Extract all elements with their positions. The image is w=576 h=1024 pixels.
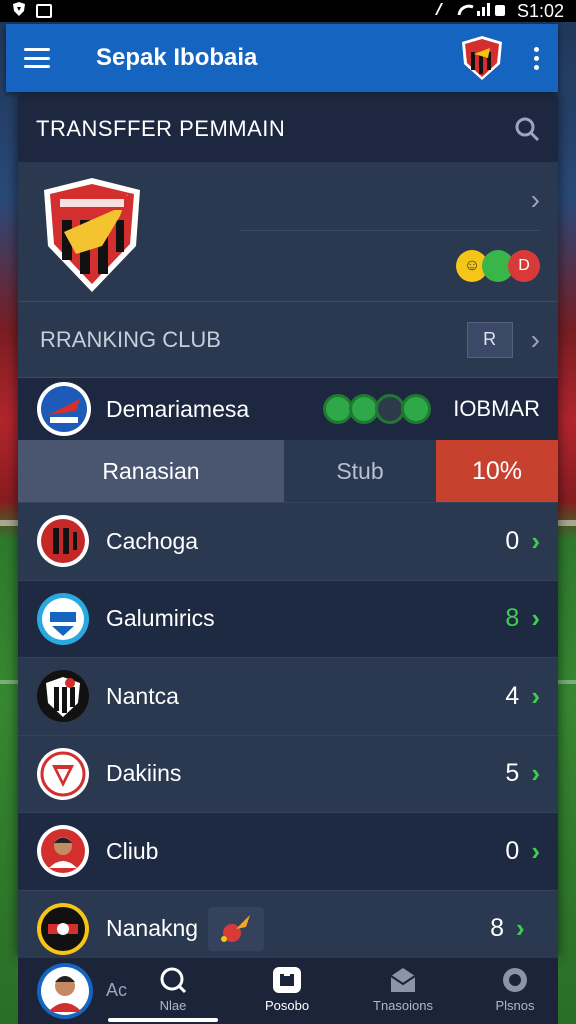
team-code: IOBMAR (453, 396, 540, 421)
form-indicator: ☺ D (456, 250, 540, 282)
circle-icon (503, 968, 527, 992)
club-row[interactable]: Cachoga 0 › (18, 502, 558, 580)
club-score: 8 (490, 914, 504, 943)
club-row[interactable]: Nantca 4 › (18, 657, 558, 735)
avatar-label: Ac (106, 980, 128, 1000)
bottom-navigation: Ac Nlae Posobo Tnasoions Plsnos (18, 958, 558, 1024)
club-name: Dakiins (106, 760, 182, 787)
active-tab-indicator (108, 1018, 218, 1022)
club-row[interactable]: Galumirics 8 › (18, 579, 558, 657)
club-row[interactable]: Cliub 0 › (18, 812, 558, 890)
player-avatar-icon (37, 825, 89, 878)
app-title: Sepak Ibobaia (96, 44, 258, 71)
club-score: 4 (505, 681, 520, 710)
club-crest-icon (37, 747, 89, 800)
ranking-club-row[interactable]: RRANKING CLUB R › (18, 302, 558, 378)
chevron-right-icon[interactable]: › (531, 758, 540, 789)
chevron-right-icon[interactable]: › (531, 836, 540, 867)
stat-tab-ranasian[interactable]: Ranasian (18, 440, 284, 502)
ranking-filter-box[interactable]: R (466, 321, 513, 358)
team-crest-icon (37, 382, 91, 436)
club-crest-icon (37, 592, 89, 645)
chevron-right-icon[interactable]: › (531, 681, 540, 712)
nav-label: Plsnos (495, 998, 535, 1013)
club-name: Cliub (106, 837, 159, 864)
chevron-right-icon[interactable]: › (531, 603, 540, 634)
featured-club-card[interactable]: › ☺ D (18, 162, 558, 302)
chevron-right-icon[interactable]: › (531, 324, 540, 356)
nav-label: Posobo (264, 998, 310, 1013)
search-icon (160, 967, 187, 994)
club-name: Galumirics (106, 605, 215, 632)
user-avatar[interactable] (36, 962, 94, 1020)
form-dots (323, 394, 432, 424)
club-name: Nanakng (106, 915, 199, 942)
nav-item-nlae[interactable]: Nlae (128, 966, 218, 1013)
team-header-row[interactable]: Demariamesa IOBMAR (18, 378, 558, 440)
app-bar: Sepak Ibobaia (6, 24, 558, 92)
chevron-right-icon[interactable]: › (531, 184, 540, 216)
club-crest-icon (37, 902, 89, 955)
club-score: 0 (505, 526, 520, 555)
club-name: Nantca (106, 682, 179, 709)
nav-item-tnasoions[interactable]: Tnasoions (358, 966, 448, 1013)
transfer-panel: TRANSFFER PEMMAIN › ☺ D RRANKING CLUB R … (18, 96, 558, 967)
divider (240, 230, 540, 231)
club-crest-icon (37, 670, 89, 723)
featured-club-crest-icon (44, 178, 140, 292)
nav-label: Nlae (159, 998, 187, 1013)
club-crest-icon[interactable] (460, 34, 504, 82)
nav-item-plsnos[interactable]: Plsnos (470, 966, 560, 1013)
stats-row: Ranasian Stub 10% (18, 440, 558, 502)
team-name: Demariamesa (106, 395, 250, 422)
club-row[interactable]: Dakiins 5 › (18, 734, 558, 812)
inbox-icon (390, 968, 416, 992)
stat-tab-stub[interactable]: Stub (284, 440, 436, 502)
menu-icon[interactable] (24, 48, 50, 68)
image-status-icon (36, 4, 52, 18)
nav-label: Tnasoions (373, 998, 433, 1013)
ranking-label: RRANKING CLUB (40, 326, 221, 352)
club-name: Cachoga (106, 527, 199, 554)
search-icon[interactable] (514, 116, 540, 142)
status-time: S1:02 (516, 0, 564, 21)
plus-box-icon (273, 967, 301, 993)
stat-percentage: 10% (436, 440, 558, 502)
chevron-right-icon[interactable]: › (516, 913, 525, 944)
nav-item-posobo[interactable]: Posobo (242, 966, 332, 1013)
club-score: 5 (505, 759, 520, 788)
club-crest-icon (37, 515, 89, 568)
club-row[interactable]: Nanakng 8 › (18, 889, 558, 967)
section-title: TRANSFFER PEMMAIN (36, 116, 286, 141)
overflow-menu-icon[interactable] (534, 46, 540, 70)
form-dot-icon (401, 394, 432, 424)
section-header: TRANSFFER PEMMAIN (18, 96, 558, 162)
shield-status-icon (12, 1, 26, 22)
club-score: 8 (505, 604, 520, 633)
status-bar: S1:02 (0, 0, 576, 22)
chevron-right-icon[interactable]: › (531, 526, 540, 557)
signal-status-icon (433, 1, 507, 22)
club-score: 0 (505, 836, 520, 865)
rocket-badge-icon (208, 906, 265, 951)
red-dot-icon: D (508, 250, 540, 282)
